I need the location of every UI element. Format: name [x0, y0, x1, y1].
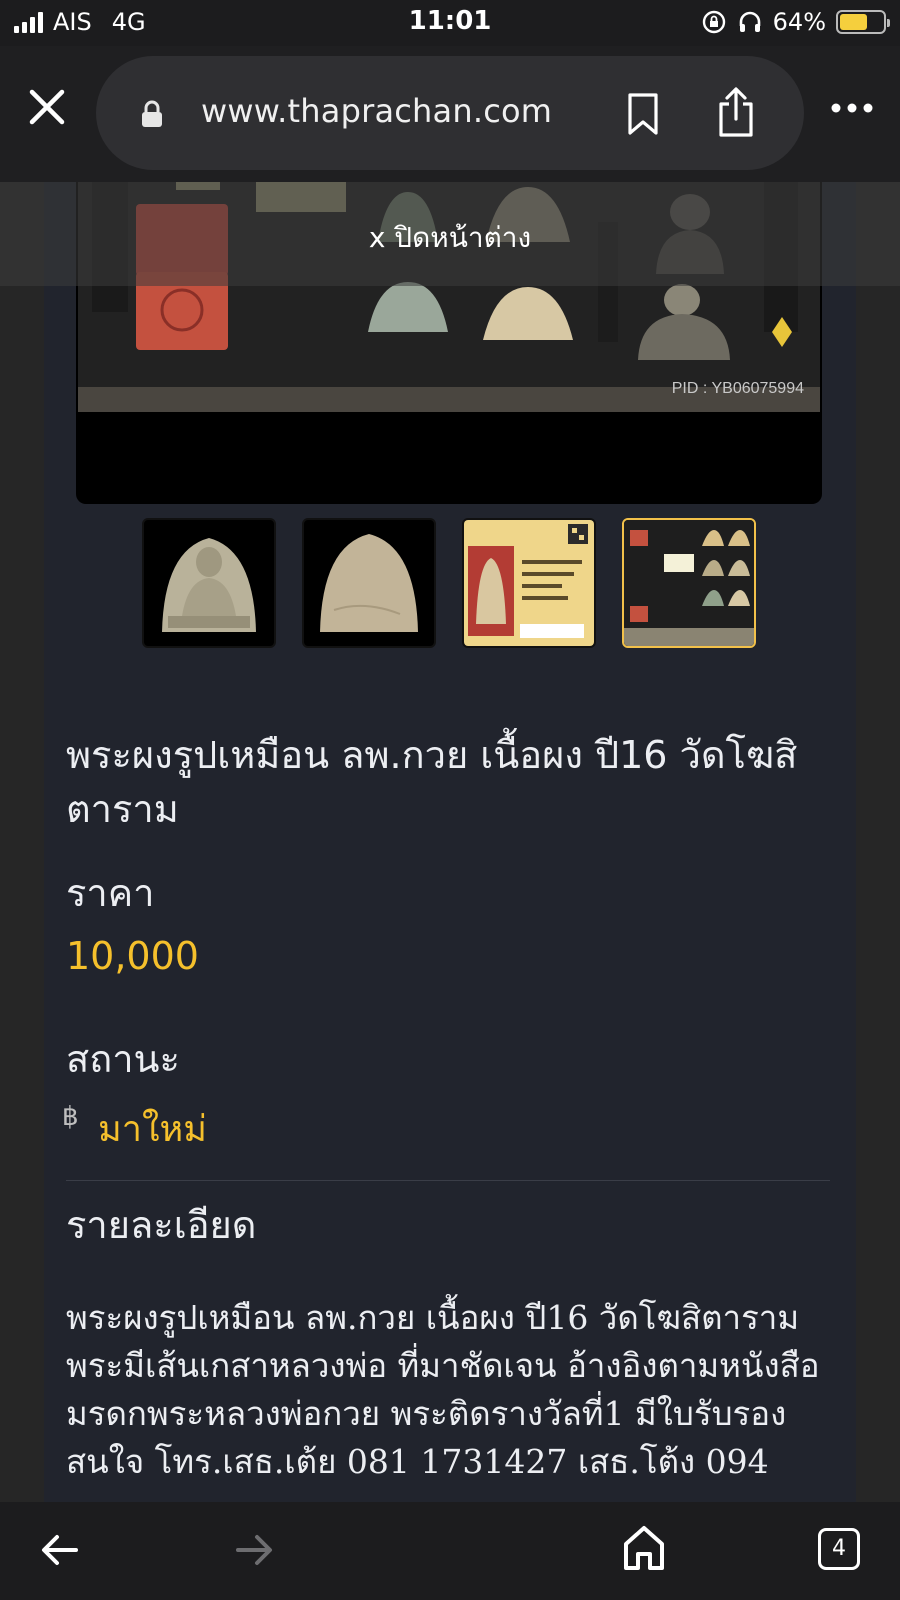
bottom-toolbar: 4	[0, 1502, 900, 1600]
address-bar[interactable]: www.thaprachan.com	[96, 56, 804, 170]
tabs-icon[interactable]: 4	[818, 1528, 860, 1570]
more-icon[interactable]	[830, 102, 874, 114]
price-label: ราคา	[66, 871, 155, 915]
battery-percent: 64%	[772, 8, 826, 36]
details-text: พระผงรูปเหมือน ลพ.กวย เนื้อผง ปี16 วัดโฆ…	[66, 1298, 820, 1481]
home-icon[interactable]	[622, 1524, 666, 1572]
share-icon[interactable]	[716, 86, 756, 138]
amulet-back-image	[320, 534, 418, 632]
lock-icon	[142, 100, 162, 127]
status-right: 64%	[701, 8, 890, 36]
battery-icon	[836, 10, 890, 34]
forward-arrow-icon[interactable]	[234, 1532, 274, 1568]
close-window-overlay[interactable]: x ปิดหน้าต่าง	[0, 182, 900, 286]
amulet-front-image	[162, 538, 256, 632]
thumbnail-strip	[142, 518, 756, 648]
browser-toolbar: www.thaprachan.com	[0, 46, 900, 182]
details-label: รายละเอียด	[66, 1203, 257, 1247]
back-arrow-icon[interactable]	[40, 1532, 80, 1568]
baht-icon: ฿	[62, 1102, 79, 1132]
headphones-icon	[739, 11, 760, 32]
close-icon[interactable]	[24, 84, 70, 130]
certificate-image	[464, 520, 594, 646]
divider	[66, 1180, 830, 1181]
battery-fill	[840, 14, 867, 30]
pid-label: PID : YB06075994	[671, 380, 804, 397]
thumbnail-front[interactable]	[142, 518, 276, 648]
thumbnail-back[interactable]	[302, 518, 436, 648]
price-value: 10,000	[66, 934, 199, 978]
status-bar: AIS 4G 11:01 64%	[0, 0, 900, 46]
status-value: มาใหม่	[98, 1109, 207, 1150]
collection-thumb-image	[624, 520, 754, 646]
thumbnail-certificate[interactable]	[462, 518, 596, 648]
status-label: สถานะ	[66, 1037, 180, 1081]
product-card: PID : YB06075994 พระผงรูปเหมือน ลพ.กวย เ…	[44, 182, 856, 1502]
thumbnail-collection[interactable]	[622, 518, 756, 648]
page-content: PID : YB06075994 พระผงรูปเหมือน ลพ.กวย เ…	[0, 182, 900, 1502]
close-window-label[interactable]: x ปิดหน้าต่าง	[0, 216, 900, 260]
bookmark-icon[interactable]	[626, 92, 660, 136]
url-text[interactable]: www.thaprachan.com	[201, 92, 552, 130]
rotation-lock-icon	[702, 10, 725, 34]
product-title: พระผงรูปเหมือน ลพ.กวย เนื้อผง ปี16 วัดโฆ…	[66, 733, 798, 831]
